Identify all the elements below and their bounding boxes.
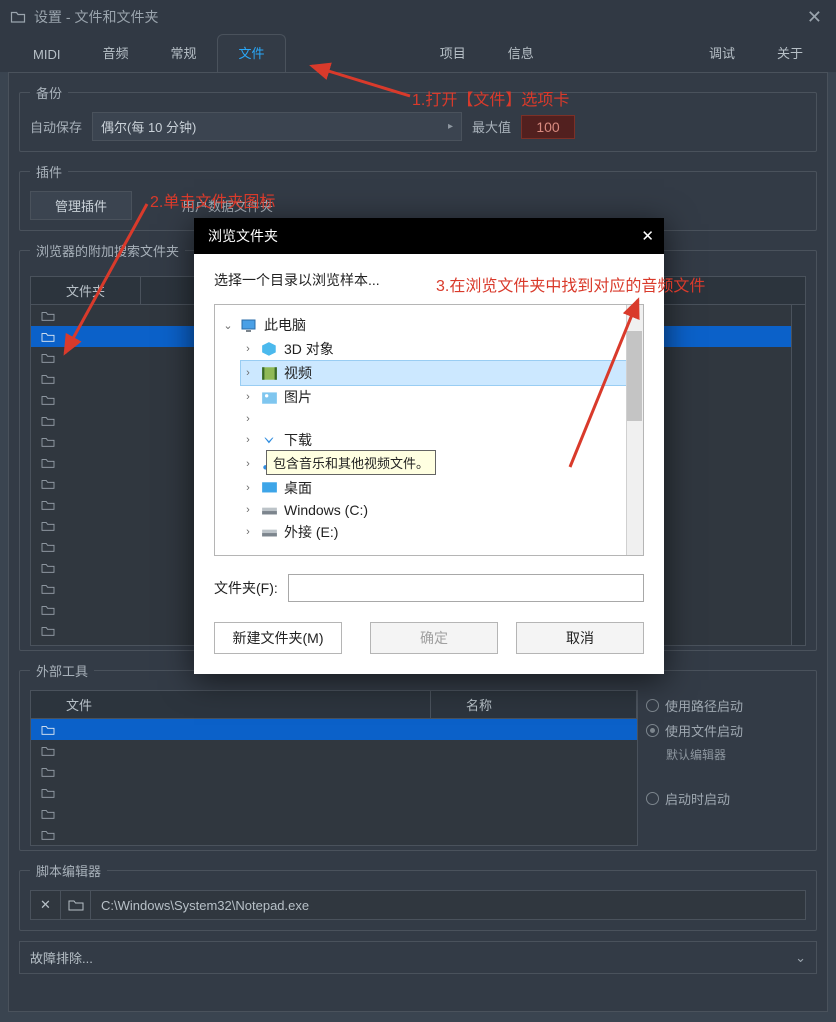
tree-item[interactable]: ›下载 bbox=[241, 428, 639, 452]
dialog-close-button[interactable]: ✕ bbox=[641, 227, 654, 245]
folder-icon bbox=[41, 787, 55, 799]
external-legend: 外部工具 bbox=[30, 661, 94, 680]
folder-icon bbox=[41, 457, 55, 469]
folder-icon bbox=[41, 331, 55, 343]
tree-item[interactable]: ›桌面 bbox=[241, 476, 639, 500]
autosave-label: 自动保存 bbox=[30, 117, 82, 136]
folder-icon bbox=[41, 829, 55, 841]
desktop-icon bbox=[261, 481, 278, 496]
col-file[interactable]: 文件 bbox=[31, 691, 431, 718]
list-item[interactable] bbox=[31, 782, 637, 803]
folder-icon bbox=[41, 766, 55, 778]
tree-item[interactable]: › bbox=[241, 409, 639, 428]
tab-debug[interactable]: 调试 bbox=[688, 34, 756, 72]
max-value-input[interactable]: 100 bbox=[521, 115, 575, 139]
radio-start-on-launch[interactable]: 启动时启动 bbox=[646, 789, 743, 808]
video-icon bbox=[261, 366, 278, 381]
tab-audio[interactable]: 音频 bbox=[81, 34, 149, 72]
ok-button[interactable]: 确定 bbox=[370, 622, 498, 654]
drive-icon bbox=[261, 503, 278, 518]
window-titlebar: 设置 - 文件和文件夹 ✕ bbox=[0, 0, 836, 34]
folder-icon bbox=[10, 9, 26, 25]
manage-plugins-button[interactable]: 管理插件 bbox=[30, 191, 132, 220]
folder-icon bbox=[41, 436, 55, 448]
drive-icon bbox=[261, 525, 278, 540]
dialog-title: 浏览文件夹 bbox=[208, 226, 278, 246]
folder-icon bbox=[41, 352, 55, 364]
browse-folder-dialog: 浏览文件夹 ✕ 选择一个目录以浏览样本... ⌄ 此电脑 ›3D 对象 ›视频 … bbox=[194, 218, 664, 674]
autosave-select[interactable]: 偶尔(每 10 分钟) ▸ bbox=[92, 112, 462, 141]
external-tools-group: 外部工具 文件 名称 bbox=[19, 661, 817, 851]
radio-use-path[interactable]: 使用路径启动 bbox=[646, 696, 743, 715]
folder-icon bbox=[41, 373, 55, 385]
folder-icon bbox=[41, 808, 55, 820]
script-legend: 脚本编辑器 bbox=[30, 861, 107, 880]
browser-legend: 浏览器的附加搜索文件夹 bbox=[30, 241, 185, 260]
list-item[interactable] bbox=[31, 740, 637, 761]
window-close-button[interactable]: ✕ bbox=[803, 7, 826, 28]
tree-root[interactable]: ⌄ 此电脑 bbox=[221, 313, 639, 337]
browse-button[interactable] bbox=[61, 891, 91, 919]
folder-icon bbox=[41, 520, 55, 532]
tab-file[interactable]: 文件 bbox=[217, 34, 285, 72]
radio-use-file[interactable]: 使用文件启动 bbox=[646, 721, 743, 740]
folder-icon bbox=[41, 478, 55, 490]
cube-icon bbox=[261, 342, 278, 357]
tree-item[interactable]: ›图片 bbox=[241, 385, 639, 409]
col-folder[interactable]: 文件夹 bbox=[31, 277, 141, 304]
script-path: C:\Windows\System32\Notepad.exe bbox=[91, 898, 309, 913]
list-item[interactable] bbox=[31, 761, 637, 782]
folder-icon bbox=[41, 562, 55, 574]
folder-field-label: 文件夹(F): bbox=[214, 578, 278, 598]
clear-button[interactable]: ✕ bbox=[31, 891, 61, 919]
plugin-legend: 插件 bbox=[30, 162, 68, 181]
script-editor-group: 脚本编辑器 ✕ C:\Windows\System32\Notepad.exe bbox=[19, 861, 817, 931]
backup-legend: 备份 bbox=[30, 83, 68, 102]
folder-icon bbox=[41, 310, 55, 322]
tree-item[interactable]: ›外接 (E:) bbox=[241, 520, 639, 544]
tab-info[interactable]: 信息 bbox=[487, 34, 555, 72]
tab-about[interactable]: 关于 bbox=[756, 34, 824, 72]
tree-tooltip: 包含音乐和其他视频文件。 bbox=[266, 450, 436, 475]
new-folder-button[interactable]: 新建文件夹(M) bbox=[214, 622, 342, 654]
troubleshoot-expander[interactable]: 故障排除... ⌄ bbox=[19, 941, 817, 974]
folder-icon bbox=[41, 415, 55, 427]
tab-general[interactable]: 常规 bbox=[149, 34, 217, 72]
folder-icon bbox=[41, 394, 55, 406]
tree-scrollbar[interactable] bbox=[626, 305, 643, 555]
folder-tree[interactable]: ⌄ 此电脑 ›3D 对象 ›视频 ›图片 › ›下载 ›音乐 ›桌面 ›Wind… bbox=[214, 304, 644, 556]
chevron-right-icon: ▸ bbox=[448, 121, 453, 132]
folder-name-input[interactable] bbox=[288, 574, 644, 602]
folder-icon bbox=[41, 604, 55, 616]
folder-icon bbox=[41, 583, 55, 595]
tree-item[interactable]: ›Windows (C:) bbox=[241, 500, 639, 520]
folder-icon bbox=[41, 724, 55, 736]
folder-icon bbox=[41, 625, 55, 637]
pc-icon bbox=[241, 318, 258, 333]
chevron-down-icon: ⌄ bbox=[795, 950, 806, 966]
userdata-label: 用户数据文件夹 bbox=[182, 196, 273, 215]
tree-item[interactable]: ›视频 bbox=[241, 361, 639, 385]
tree-item[interactable]: ›3D 对象 bbox=[241, 337, 639, 361]
image-icon bbox=[261, 390, 278, 405]
window-title: 设置 - 文件和文件夹 bbox=[34, 7, 158, 27]
collapse-icon[interactable]: ⌄ bbox=[221, 319, 235, 332]
folder-icon bbox=[41, 499, 55, 511]
scrollbar[interactable] bbox=[791, 305, 805, 645]
folder-icon bbox=[41, 541, 55, 553]
max-label: 最大值 bbox=[472, 117, 511, 136]
list-item[interactable] bbox=[31, 719, 637, 740]
tab-project[interactable]: 项目 bbox=[419, 34, 487, 72]
default-editor-label: 默认编辑器 bbox=[666, 746, 743, 763]
download-icon bbox=[261, 433, 278, 448]
tab-midi[interactable]: MIDI bbox=[12, 38, 81, 72]
cancel-button[interactable]: 取消 bbox=[516, 622, 644, 654]
col-name[interactable]: 名称 bbox=[431, 691, 637, 718]
tabbar: MIDI 音频 常规 文件 项目 信息 调试 关于 bbox=[0, 34, 836, 72]
list-item[interactable] bbox=[31, 824, 637, 845]
backup-group: 备份 自动保存 偶尔(每 10 分钟) ▸ 最大值 100 bbox=[19, 83, 817, 152]
list-item[interactable] bbox=[31, 803, 637, 824]
dialog-instruction: 选择一个目录以浏览样本... bbox=[214, 270, 644, 290]
folder-icon bbox=[41, 745, 55, 757]
